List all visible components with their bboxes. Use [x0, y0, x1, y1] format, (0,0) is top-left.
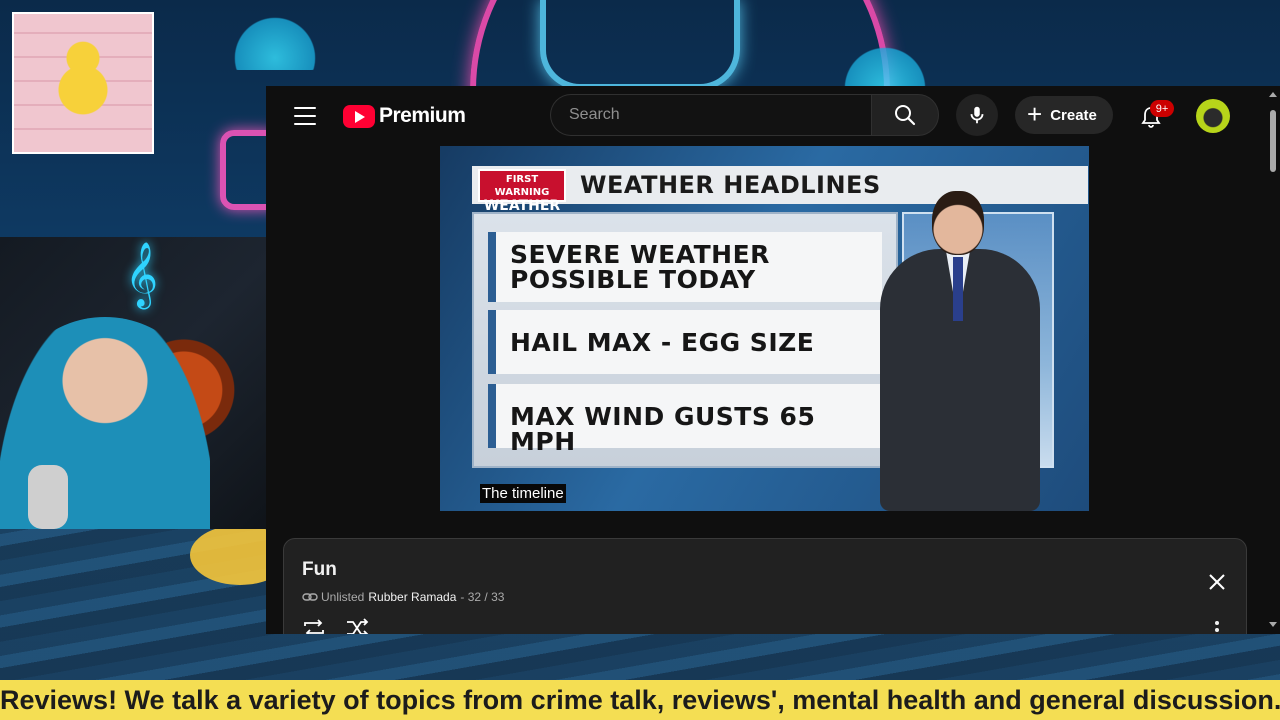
- microphone-icon: [970, 106, 984, 124]
- video-headline-title: WEATHER HEADLINES: [580, 171, 881, 199]
- first-warning-weather-logo: FIRST WARNING WEATHER: [478, 169, 566, 214]
- create-button[interactable]: + Create: [1015, 96, 1113, 134]
- playlist-owner[interactable]: Rubber Ramada: [368, 590, 456, 604]
- scroll-down-arrow[interactable]: [1269, 622, 1277, 627]
- close-playlist-button[interactable]: [1205, 570, 1229, 594]
- playlist-position: - 32 / 33: [460, 590, 505, 604]
- playlist-meta: Unlisted Rubber Ramada - 32 / 33: [302, 590, 504, 604]
- youtube-premium-logo[interactable]: Premium: [343, 104, 466, 128]
- page-scrollbar[interactable]: [1266, 86, 1280, 634]
- headline-item: MAX WIND GUSTS 65 MPH: [488, 384, 882, 454]
- visibility-badge: Unlisted: [302, 590, 364, 604]
- stream-ticker: Reviews! We talk a variety of topics fro…: [0, 680, 1280, 720]
- create-label: Create: [1050, 106, 1097, 124]
- desk-microphone: [28, 465, 68, 529]
- shuffle-icon[interactable]: [344, 617, 370, 634]
- search-button[interactable]: [871, 94, 939, 136]
- close-icon: [1209, 574, 1225, 590]
- treble-clef-icon: 𝄞: [125, 242, 159, 307]
- logo-text: Premium: [379, 104, 466, 127]
- search-input[interactable]: [550, 94, 872, 136]
- account-avatar[interactable]: [1196, 99, 1230, 133]
- neon-sign-bar: [540, 0, 740, 90]
- link-icon: [302, 593, 318, 601]
- closed-caption: The timeline: [480, 484, 566, 503]
- weather-presenter: [860, 191, 1060, 511]
- hamburger-menu-icon[interactable]: [294, 107, 316, 125]
- yt-header: Premium + Create 9+: [266, 86, 1266, 146]
- playlist-panel: Fun Unlisted Rubber Ramada - 32 / 33: [283, 538, 1247, 634]
- headline-panel: SEVERE WEATHER POSSIBLE TODAY HAIL MAX -…: [472, 212, 898, 468]
- brand-line-1: FIRST WARNING: [494, 174, 550, 198]
- search-icon: [895, 105, 916, 126]
- notification-badge: 9+: [1150, 100, 1174, 117]
- neon-palm-left: [230, 10, 320, 70]
- scroll-up-arrow[interactable]: [1269, 92, 1277, 97]
- streamer-webcam: 𝄞: [0, 237, 291, 529]
- youtube-window: Premium + Create 9+: [266, 86, 1280, 634]
- scrollbar-thumb[interactable]: [1270, 110, 1276, 172]
- more-vertical-icon[interactable]: [1209, 621, 1225, 634]
- plus-icon: +: [1027, 99, 1043, 129]
- headline-item: SEVERE WEATHER POSSIBLE TODAY: [488, 232, 882, 302]
- headline-item: HAIL MAX - EGG SIZE: [488, 310, 882, 374]
- loop-icon[interactable]: [301, 617, 327, 634]
- playlist-title[interactable]: Fun: [302, 559, 337, 581]
- video-player[interactable]: FIRST WARNING WEATHER WEATHER HEADLINES …: [440, 146, 1089, 511]
- youtube-play-icon: [343, 104, 375, 128]
- duck-logo-image: [14, 14, 152, 152]
- voice-search-button[interactable]: [956, 94, 998, 136]
- channel-duck-logo: [12, 12, 154, 154]
- visibility-label: Unlisted: [321, 590, 365, 604]
